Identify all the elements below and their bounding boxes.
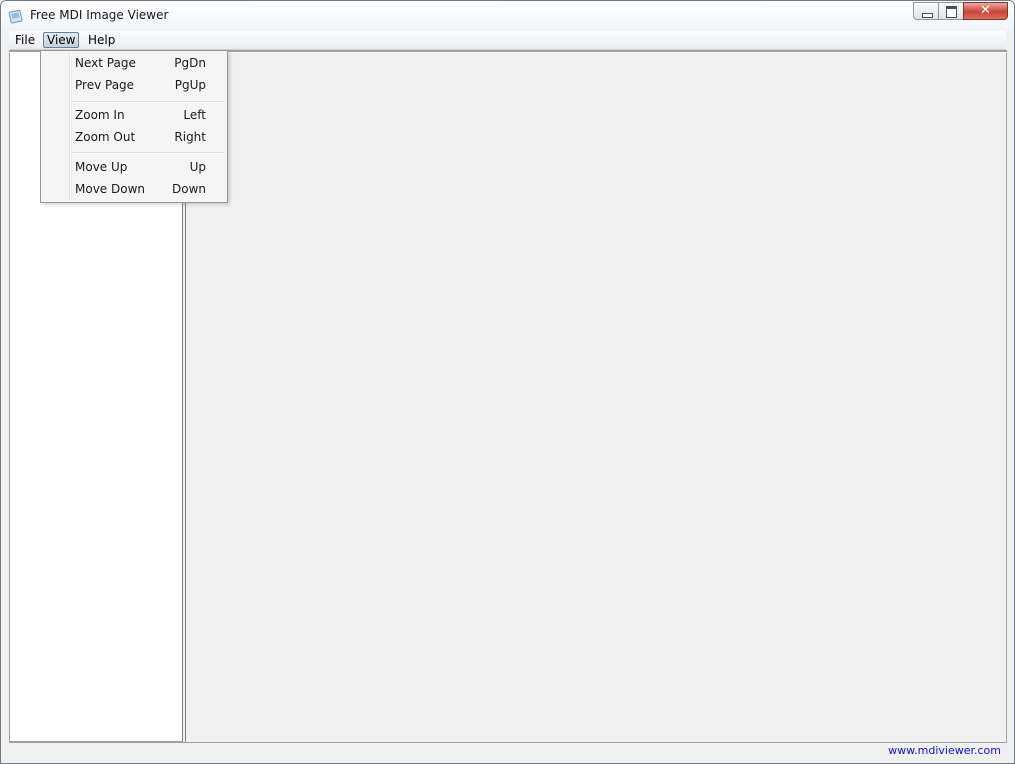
menu-separator [72, 152, 225, 154]
menu-separator [72, 101, 225, 103]
maximize-icon [946, 6, 957, 18]
menu-file[interactable]: File [11, 32, 39, 48]
menu-bar: File View Help [9, 31, 1006, 50]
menu-item-shortcut: PgDn [174, 56, 206, 70]
menu-item-shortcut: Down [171, 182, 206, 196]
menu-item-move-down[interactable]: Move Down Down [43, 178, 225, 200]
menu-item-label: Move Up [75, 160, 128, 174]
menu-item-zoom-in[interactable]: Zoom In Left [43, 104, 225, 126]
window-title: Free MDI Image Viewer [30, 8, 169, 22]
close-icon: ✕ [980, 3, 991, 18]
menu-item-label: Zoom Out [75, 130, 136, 144]
caption-buttons: ✕ [913, 2, 1008, 21]
title-bar[interactable]: Free MDI Image Viewer ✕ [1, 1, 1014, 31]
menu-item-label: Next Page [75, 56, 136, 70]
minimize-button[interactable] [913, 2, 939, 20]
menu-item-shortcut: Right [174, 130, 206, 144]
menu-item-label: Prev Page [75, 78, 135, 92]
menu-view[interactable]: View [43, 32, 80, 48]
menu-item-prev-page[interactable]: Prev Page PgUp [43, 74, 225, 96]
menu-item-label: Move Down [75, 182, 145, 196]
menu-item-label: Zoom In [75, 108, 125, 122]
maximize-button[interactable] [938, 2, 964, 20]
status-bar: www.mdiviewer.com [9, 742, 1007, 760]
menu-item-zoom-out[interactable]: Zoom Out Right [43, 126, 225, 148]
app-image-icon [8, 9, 23, 24]
website-link[interactable]: www.mdiviewer.com [888, 744, 1001, 757]
menu-item-shortcut: Left [183, 108, 206, 122]
view-menu-dropdown: Next Page PgDn Prev Page PgUp Zoom In Le… [40, 50, 228, 203]
menu-item-shortcut: PgUp [174, 78, 206, 92]
minimize-icon [922, 13, 933, 18]
menu-item-move-up[interactable]: Move Up Up [43, 156, 225, 178]
close-button[interactable]: ✕ [963, 2, 1008, 20]
image-workspace[interactable] [187, 53, 1007, 742]
menu-help[interactable]: Help [84, 32, 119, 48]
menu-item-shortcut: Up [189, 160, 206, 174]
menu-item-next-page[interactable]: Next Page PgDn [43, 52, 225, 74]
